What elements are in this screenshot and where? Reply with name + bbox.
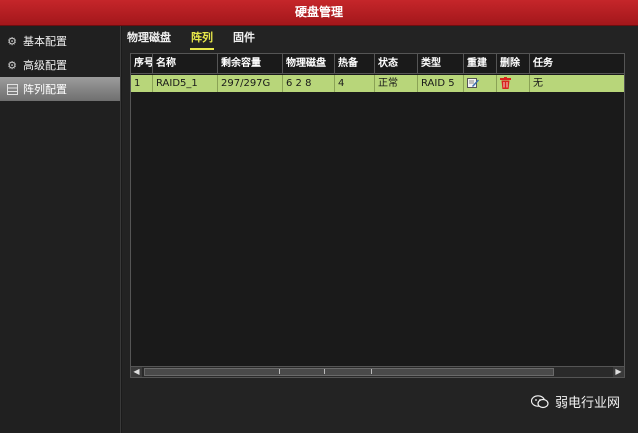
column-header: 剩余容量	[218, 54, 283, 73]
sidebar-item-array-config[interactable]: 阵列配置	[0, 77, 120, 101]
column-header: 热备	[335, 54, 375, 73]
cell-physical-disks: 6 2 8	[283, 75, 335, 92]
column-header: 重建	[464, 54, 497, 73]
column-header: 状态	[375, 54, 418, 73]
tab-physical-disk[interactable]: 物理磁盘	[126, 30, 172, 50]
cell-rebuild	[464, 75, 497, 92]
scroll-left-icon[interactable]: ◀	[131, 367, 142, 377]
cell-task: 无	[533, 78, 543, 89]
array-icon	[6, 83, 18, 95]
scroll-right-icon[interactable]: ▶	[613, 367, 624, 377]
column-header: 名称	[153, 54, 218, 73]
cell-name: RAID5_1	[153, 75, 218, 92]
horizontal-scrollbar[interactable]: ◀ ▶	[131, 366, 624, 377]
column-header: 序号	[131, 54, 153, 73]
scrollbar-tick	[324, 369, 325, 374]
cell-delete	[497, 75, 530, 92]
scrollbar-tick	[371, 369, 372, 374]
scrollbar-tick	[279, 369, 280, 374]
cell-status: 正常	[375, 75, 418, 92]
sidebar: ⚙ 基本配置 ⚙ 高级配置 阵列配置	[0, 26, 121, 433]
trash-icon[interactable]	[500, 77, 511, 89]
cell-hot-spare: 4	[335, 75, 375, 92]
column-header: 任务	[533, 58, 553, 69]
column-header: 物理磁盘	[283, 54, 335, 73]
tab-firmware[interactable]: 固件	[232, 30, 256, 50]
column-header: 类型	[418, 54, 464, 73]
sidebar-item-basic-config[interactable]: ⚙ 基本配置	[0, 29, 120, 53]
gear-icon: ⚙	[7, 58, 17, 72]
table-header: 序号 名称 剩余容量 物理磁盘 热备 状态 类型 重建 删除 任务	[131, 54, 624, 74]
cell-index: 1	[131, 75, 153, 92]
sidebar-item-label: 阵列配置	[23, 83, 67, 96]
tab-array[interactable]: 阵列	[190, 30, 214, 50]
window-title: 硬盘管理	[0, 0, 638, 26]
cell-type: RAID 5	[418, 75, 464, 92]
cell-free-capacity: 297/297G	[218, 75, 283, 92]
column-header: 删除	[497, 54, 530, 73]
sidebar-item-advanced-config[interactable]: ⚙ 高级配置	[0, 53, 120, 77]
watermark: 弱电行业网	[530, 392, 620, 411]
main-panel: 物理磁盘 阵列 固件 序号 名称 剩余容量 物理磁盘 热备 状态 类型 重建 删…	[122, 26, 638, 433]
gear-icon: ⚙	[7, 34, 17, 48]
tab-bar: 物理磁盘 阵列 固件	[126, 30, 274, 50]
wechat-logo-icon	[530, 394, 549, 409]
table-row[interactable]: 1 RAID5_1 297/297G 6 2 8 4 正常 RAID 5 无	[131, 75, 624, 92]
scrollbar-thumb[interactable]	[144, 368, 554, 376]
edit-icon[interactable]	[467, 77, 479, 89]
sidebar-item-label: 高级配置	[23, 59, 67, 72]
sidebar-item-label: 基本配置	[23, 35, 67, 48]
watermark-text: 弱电行业网	[554, 396, 620, 411]
array-table: 序号 名称 剩余容量 物理磁盘 热备 状态 类型 重建 删除 任务 1 RAID…	[130, 53, 625, 378]
